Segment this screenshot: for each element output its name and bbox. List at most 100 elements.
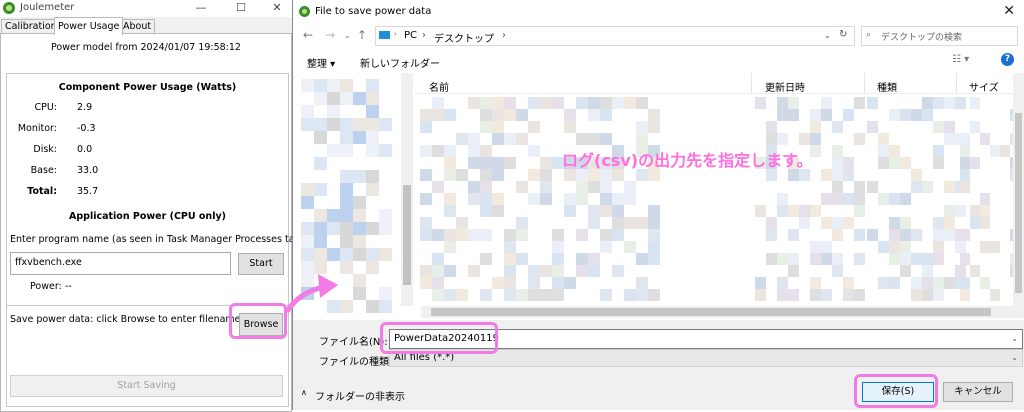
- program-name-input[interactable]: ffxvbench.exe: [10, 252, 231, 275]
- tab-power-usage[interactable]: Power Usage: [54, 17, 124, 35]
- navigation-scroll-thumb[interactable]: [403, 185, 411, 285]
- blurred-pixel: [810, 253, 821, 265]
- blurred-pixel: [980, 133, 990, 145]
- column-size[interactable]: サイズ: [969, 79, 999, 94]
- cancel-button[interactable]: キャンセル: [943, 382, 1013, 402]
- file-list[interactable]: 名前 更新日時 種類 サイズ: [415, 73, 1020, 306]
- back-arrow-icon[interactable]: ←: [303, 28, 313, 42]
- address-dropdown-icon[interactable]: ⌄: [824, 31, 831, 40]
- blurred-pixel: [970, 157, 980, 169]
- column-divider[interactable]: [956, 73, 957, 93]
- blurred-pixel: [889, 229, 900, 241]
- address-segment-desktop[interactable]: デスクトップ: [434, 30, 494, 45]
- blurred-pixel: [832, 253, 843, 265]
- blurred-pixel: [353, 170, 366, 183]
- column-date[interactable]: 更新日時: [765, 79, 805, 94]
- blurred-pixel: [777, 109, 788, 121]
- forward-arrow-icon[interactable]: →: [325, 28, 335, 42]
- blurred-pixel: [944, 97, 955, 109]
- address-segment-pc[interactable]: PC: [404, 30, 417, 41]
- blurred-pixel: [766, 253, 777, 265]
- search-input[interactable]: ⌕ デスクトップの検索: [861, 26, 1018, 46]
- blurred-pixel: [327, 118, 340, 131]
- view-options-icon[interactable]: ☷ ▾: [952, 54, 969, 65]
- browse-highlight: [229, 303, 287, 339]
- blurred-pixel: [504, 109, 516, 121]
- blurred-pixel: [301, 248, 314, 261]
- file-list-vertical-scrollbar[interactable]: [1013, 73, 1024, 318]
- blurred-pixel: [340, 170, 353, 183]
- blurred-pixel: [540, 289, 552, 301]
- blurred-pixel: [456, 229, 468, 241]
- blurred-pixel: [432, 97, 444, 109]
- blurred-pixel: [366, 144, 379, 157]
- blurred-pixel: [480, 169, 492, 181]
- tab-calibration[interactable]: Calibration: [1, 19, 61, 34]
- blurred-pixel: [366, 183, 379, 196]
- up-arrow-icon[interactable]: ↑: [357, 28, 367, 42]
- blurred-pixel: [933, 97, 944, 109]
- blurred-pixel: [420, 277, 432, 289]
- vertical-scroll-thumb[interactable]: [1015, 113, 1022, 293]
- recent-chevron-icon[interactable]: ⌄: [344, 31, 351, 40]
- horizontal-scroll-thumb[interactable]: [431, 308, 991, 316]
- minimize-button[interactable]: —: [186, 0, 216, 17]
- blurred-pixel: [301, 222, 314, 235]
- blurred-pixel: [327, 222, 340, 235]
- maximize-button[interactable]: ☐: [226, 0, 256, 17]
- blurred-pixel: [379, 118, 392, 131]
- column-divider[interactable]: [751, 73, 752, 93]
- blurred-pixel: [900, 193, 911, 205]
- new-folder-button[interactable]: 新しいフォルダー: [360, 55, 440, 70]
- blurred-pixel: [867, 121, 878, 133]
- navigation-scrollbar[interactable]: [401, 73, 413, 306]
- blurred-pixel: [528, 169, 540, 181]
- start-saving-button[interactable]: Start Saving: [10, 375, 283, 397]
- blurred-pixel: [832, 169, 843, 181]
- blurred-pixel: [648, 217, 660, 229]
- help-icon[interactable]: ?: [1001, 53, 1014, 66]
- filename-dropdown-icon[interactable]: ⌄: [1011, 334, 1018, 343]
- blurred-pixel: [366, 261, 379, 274]
- refresh-icon[interactable]: ↻: [839, 29, 847, 40]
- blurred-pixel: [889, 193, 900, 205]
- blurred-pixel: [854, 205, 865, 217]
- chevron-up-icon[interactable]: ∧: [301, 388, 307, 397]
- organize-button[interactable]: 整理 ▾: [307, 55, 335, 70]
- column-type[interactable]: 種類: [877, 79, 897, 94]
- address-bar[interactable]: › PC › デスクトップ › ⌄ ↻: [375, 26, 855, 46]
- blurred-pixel: [600, 241, 612, 253]
- address-chevron-icon[interactable]: ›: [394, 30, 397, 38]
- blurred-pixel: [777, 97, 788, 109]
- blurred-pixel: [990, 241, 1000, 253]
- blurred-pixel: [504, 253, 516, 265]
- column-name[interactable]: 名前: [429, 79, 449, 94]
- tab-about[interactable]: About: [119, 19, 156, 34]
- close-button[interactable]: ✕: [262, 0, 292, 17]
- blurred-pixel: [504, 277, 516, 289]
- blurred-pixel: [960, 289, 970, 301]
- blurred-pixel: [528, 193, 540, 205]
- blurred-pixel: [889, 241, 900, 253]
- column-divider[interactable]: [864, 73, 865, 93]
- dialog-close-button[interactable]: ✕: [1003, 3, 1015, 19]
- blurred-pixel: [444, 205, 456, 217]
- blurred-pixel: [960, 277, 970, 289]
- address-separator-end[interactable]: ›: [502, 30, 506, 41]
- blurred-pixel: [480, 109, 492, 121]
- file-list-horizontal-scrollbar[interactable]: [421, 306, 1013, 318]
- monitor-label: Monitor:: [17, 123, 57, 134]
- hide-folders-toggle[interactable]: フォルダーの非表示: [315, 388, 405, 403]
- blurred-pixel: [420, 229, 432, 241]
- filetype-dropdown-icon[interactable]: ⌄: [1011, 353, 1018, 362]
- blurred-pixel: [933, 145, 944, 157]
- blurred-pixel: [821, 169, 832, 181]
- blurred-pixel: [777, 253, 788, 265]
- blurred-pixel: [492, 109, 504, 121]
- address-separator[interactable]: ›: [422, 30, 426, 41]
- blurred-pixel: [636, 277, 648, 289]
- blurred-pixel: [353, 92, 366, 105]
- blurred-pixel: [468, 133, 480, 145]
- blurred-pixel: [540, 181, 552, 193]
- start-button[interactable]: Start: [238, 253, 284, 275]
